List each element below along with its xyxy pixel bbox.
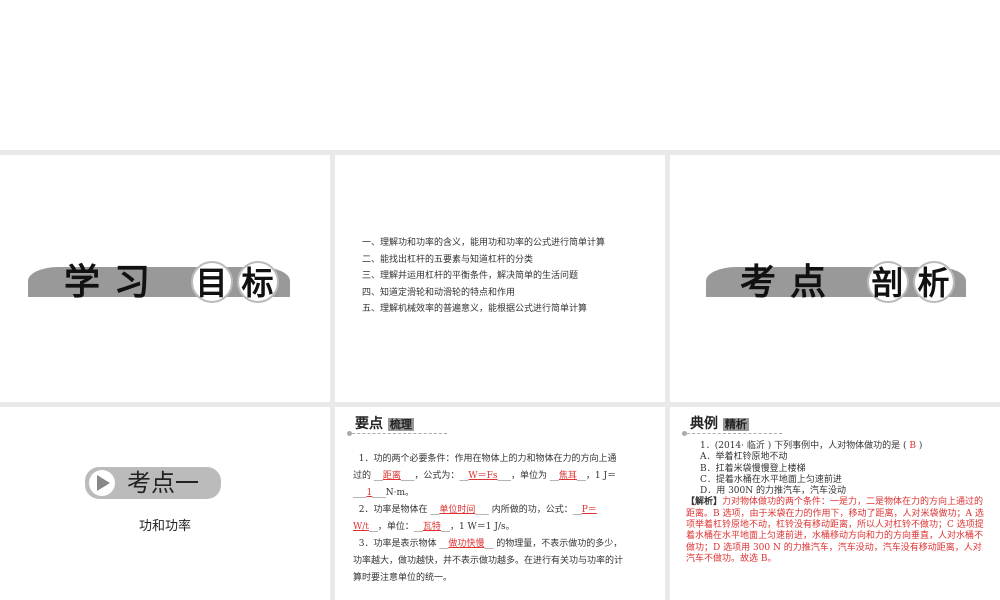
slide-example-analysis[interactable]: 典例 精析 1．(2014· 临沂 ) 下列事例中，人对物体做功的是 ( B )… [670,407,1000,600]
paragraph: 2．功率是物体在 __单位时间___ 内所做的功，公式：__P＝W/t__，单位… [353,505,597,532]
title-circle-char: 标 [236,261,279,303]
title-circle-char: 剖 [866,261,909,303]
title-banner: 学习 目标 [28,261,290,303]
blank-area [0,0,1000,150]
pill-label: 考点一 [127,469,199,497]
slide-learning-goals-list[interactable]: 一、理解功和功率的含义，能用功和功率的公式进行简单计算 二、能找出杠杆的五要素与… [335,155,665,402]
key-points-body: 1．功的两个必要条件：作用在物体上的力和物体在力的方向上通过的 __距离___，… [353,451,625,587]
question: 1．(2014· 临沂 ) 下列事例中，人对物体做功的是 ( B ) [700,441,923,451]
title-text: 学习 [64,262,165,303]
section-header: 要点 梳理 [347,413,447,436]
goal-item: 二、能找出杠杆的五要素与知道杠杆的分类 [362,254,534,265]
title-circle-char: 目 [190,261,233,303]
title-circle-char: 析 [912,261,955,303]
exam-point-pill: 考点一 [85,467,221,499]
option: A．举着杠铃原地不动 [700,452,788,463]
answer: B [909,441,916,451]
option: C．提着水桶在水平地面上匀速前进 [700,474,842,485]
play-icon [89,470,115,496]
paragraph: 1．功的两个必要条件：作用在物体上的力和物体在力的方向上通过的 __距离___，… [353,454,617,498]
goal-item: 三、理解并运用杠杆的平衡条件，解决简单的生活问题 [362,271,579,281]
subtitle: 功和功率 [138,519,191,534]
goals-list: 一、理解功和功率的含义，能用功和功率的公式进行简单计算 二、能找出杠杆的五要素与… [362,235,605,318]
header-boxed-text: 梳理 [387,418,414,431]
title-banner: 考点 剖析 [706,261,966,303]
option: B．扛着米袋慢慢登上楼梯 [700,463,806,474]
goal-item: 四、知道定滑轮和动滑轮的特点和作用 [362,287,516,298]
slide-exam-points-title[interactable]: 考点 剖析 [670,155,1000,402]
slide-learning-goals-title[interactable]: 学习 目标 [0,155,330,402]
title-text: 考点 [740,262,841,303]
analysis: 【解析】力对物体做功的两个条件：一是力，二是物体在力的方向上通过的距离。B 选项… [686,497,984,564]
paragraph: 3．功率是表示物体 __做功快慢__ 的物理量，不表示做功的多少，功率越大，做功… [353,539,624,583]
option: D．用 300N 的力推汽车，汽车没动 [700,486,846,497]
slide-grid: 学习 目标 一、理解功和功率的含义，能用功和功率的公式进行简单计算 二、能找出杠… [0,150,1000,600]
example-body: 1．(2014· 临沂 ) 下列事例中，人对物体做功的是 ( B ) A．举着杠… [686,441,990,565]
header-text: 典例 [690,416,718,432]
header-boxed-text: 精析 [722,418,749,431]
slide-exam-point-one[interactable]: 考点一 功和功率 [0,407,330,600]
slide-key-points[interactable]: 要点 梳理 1．功的两个必要条件：作用在物体上的力和物体在力的方向上通过的 __… [335,407,665,600]
goal-item: 五、理解机械效率的普遍意义，能根据公式进行简单计算 [362,304,588,314]
section-header: 典例 精析 [682,413,782,436]
header-text: 要点 [355,416,383,432]
goal-item: 一、理解功和功率的含义，能用功和功率的公式进行简单计算 [362,238,606,248]
